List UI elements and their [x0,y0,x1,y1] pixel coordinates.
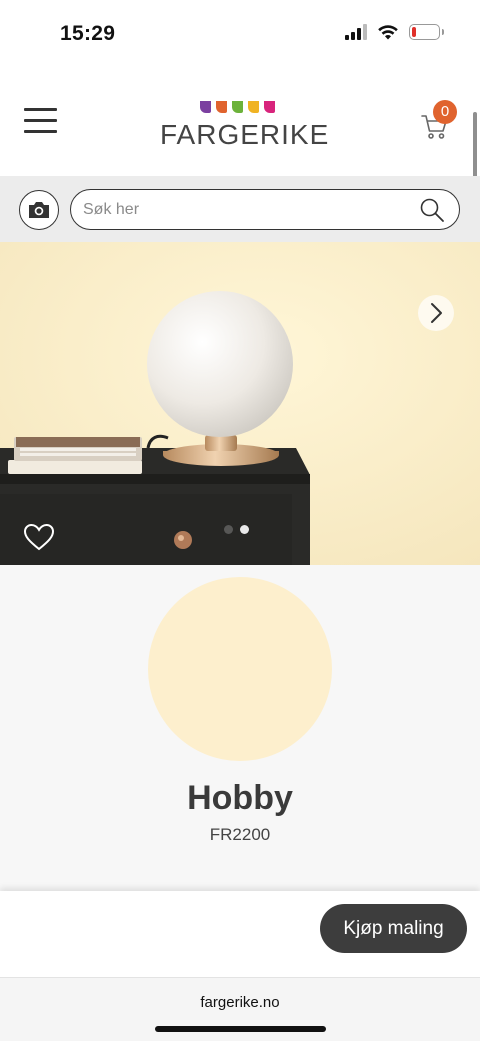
buy-paint-button[interactable]: Kjøp maling [320,904,467,953]
logo-text: FARGERIKE [160,119,330,150]
color-swatch [148,577,332,761]
search-icon[interactable] [419,197,445,223]
site-header: FARGERIKE 0 [0,70,480,176]
product-image-carousel[interactable] [0,242,480,565]
hamburger-menu-icon[interactable] [24,108,57,134]
fargerike-logo[interactable]: FARGERIKE [160,101,328,151]
logo-drop [264,101,275,113]
next-image-button[interactable] [418,295,454,331]
chevron-right-icon [431,303,442,323]
color-code: FR2200 [209,825,271,844]
color-name: Hobby [187,779,293,817]
buy-bar: Kjøp maling [0,891,480,977]
url-text[interactable]: fargerike.no [0,994,480,1011]
battery-icon [409,24,444,40]
logo-drop [248,101,259,113]
search-input[interactable] [83,197,403,223]
logo-color-drops [200,101,275,113]
carousel-dot[interactable] [240,525,249,534]
logo-drop [216,101,227,113]
carousel-dot[interactable] [224,525,233,534]
carousel-indicator [224,525,249,534]
logo-drop [232,101,243,113]
room-photo [0,242,480,565]
home-indicator[interactable] [155,1026,326,1032]
status-icons [345,24,444,40]
color-info: Hobby FR2200 [0,565,480,891]
signal-icon [345,24,367,40]
heart-icon[interactable] [23,523,55,551]
camera-icon [29,202,49,218]
search-bar [0,176,480,242]
camera-button[interactable] [19,190,59,230]
cart-count-badge: 0 [433,100,457,124]
logo-drop [200,101,211,113]
battery-level [412,27,416,37]
wifi-icon [378,25,398,40]
status-time: 15:29 [60,22,116,45]
search-field[interactable] [70,189,460,230]
status-bar: 15:29 [0,0,480,70]
cart-button[interactable]: 0 [418,100,462,144]
browser-url-bar: fargerike.no [0,977,480,1041]
